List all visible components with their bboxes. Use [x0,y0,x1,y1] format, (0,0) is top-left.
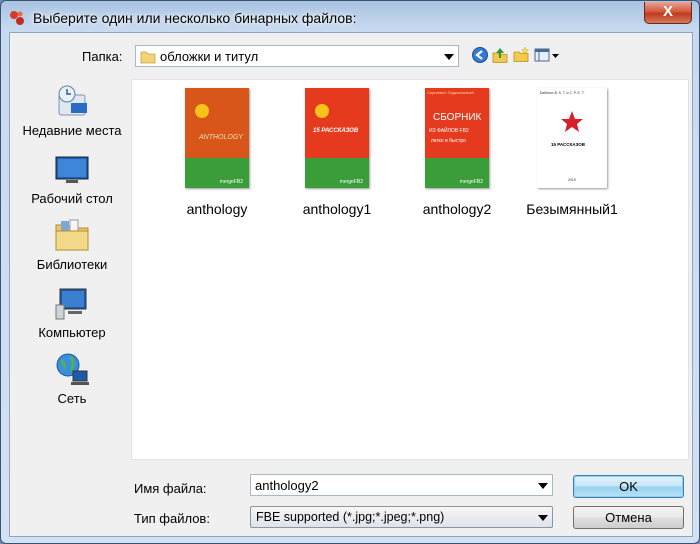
up-folder-icon[interactable] [491,46,509,64]
place-desktop[interactable]: Рабочий стол [14,151,130,206]
file-name: Безымянный1 [526,201,618,217]
computer-icon [55,288,87,320]
file-list: ANTHOLOGY mergeFB2 anthology 15 РАССКАЗО… [131,79,689,460]
file-name: anthology1 [302,201,372,217]
network-icon [56,353,89,385]
file-thumbnail: Бабенко В. К. Т. и С. Р. Е. Т. 15 РАССКА… [537,88,607,188]
file-open-dialog: Выберите один или несколько бинарных фай… [0,0,700,544]
current-folder: обложки и титул [160,49,259,64]
place-label: Недавние места [22,123,122,138]
filetype-select[interactable]: FBE supported (*.jpg;*.jpeg;*.png) [250,506,553,528]
window-title: Выберите один или несколько бинарных фай… [33,10,357,26]
cancel-button[interactable]: Отмена [573,506,684,529]
place-libraries[interactable]: Библиотеки [14,217,130,272]
file-item[interactable]: Сергеевич Подкопаемый СБОРНИК ИЗ ФАЙЛОВ … [402,88,512,217]
filename-label: Имя файла: [134,481,207,496]
filetype-value: FBE supported (*.jpg;*.jpeg;*.png) [256,510,445,524]
star-icon [561,111,583,132]
cover-footer: mergeFB2 [459,179,483,185]
file-name: anthology [186,201,248,217]
folder-icon [140,51,156,64]
cover-title: ANTHOLOGY [199,134,243,141]
cover-author: Сергеевич Подкопаемый [427,90,474,95]
file-thumbnail: ANTHOLOGY mergeFB2 [185,88,249,188]
folder-select[interactable]: обложки и титул [135,45,459,67]
place-label: Рабочий стол [31,191,113,206]
recent-places-icon [58,85,87,116]
cover-title: СБОРНИК [433,112,482,123]
back-icon[interactable] [471,46,489,64]
chevron-down-icon[interactable] [444,54,454,60]
filetype-label: Тип файлов: [134,511,210,526]
file-item[interactable]: 15 РАССКАЗОВ mergeFB2 anthology1 [282,88,392,217]
cover-footer: 2015 [568,178,576,182]
cover-footer: mergeFB2 [219,179,243,185]
place-label: Библиотеки [36,257,108,272]
close-button[interactable]: X [644,2,692,24]
filename-value: anthology2 [255,478,319,493]
place-label: Сеть [57,391,87,406]
cover-author: Бабенко В. К. Т. и С. Р. Е. Т. [540,91,585,95]
cover-footer: mergeFB2 [339,179,363,185]
file-thumbnail: 15 РАССКАЗОВ mergeFB2 [305,88,369,188]
desktop-icon [55,156,89,183]
ok-button[interactable]: OK [573,475,684,498]
dialog-body: Папка: обложки и титул Недавние места Ра… [9,32,693,537]
file-name: anthology2 [422,201,492,217]
cover-title: 15 РАССКАЗОВ [551,142,586,147]
places-sidebar: Недавние места Рабочий стол Библиотеки К… [14,79,130,459]
chevron-down-icon[interactable] [538,515,548,521]
file-thumbnail: Сергеевич Подкопаемый СБОРНИК ИЗ ФАЙЛОВ … [425,88,489,188]
file-item[interactable]: Бабенко В. К. Т. и С. Р. Е. Т. 15 РАССКА… [517,88,627,217]
place-computer[interactable]: Компьютер [14,285,130,340]
app-icon [10,11,24,25]
folder-label: Папка: [82,49,123,64]
file-item[interactable]: ANTHOLOGY mergeFB2 anthology [162,88,272,217]
libraries-icon [55,219,89,251]
cover-subtitle: легко и быстро [431,138,466,144]
cover-subtitle: ИЗ ФАЙЛОВ FB2 [429,128,469,134]
title-bar[interactable]: Выберите один или несколько бинарных фай… [1,1,699,33]
place-label: Компьютер [38,325,106,340]
filename-input[interactable]: anthology2 [250,474,553,496]
new-folder-icon[interactable] [512,46,530,64]
chevron-down-icon[interactable] [538,483,548,489]
place-recent[interactable]: Недавние места [14,83,130,138]
place-network[interactable]: Сеть [14,351,130,406]
cover-title: 15 РАССКАЗОВ [313,128,359,134]
view-menu-icon[interactable] [534,46,560,64]
